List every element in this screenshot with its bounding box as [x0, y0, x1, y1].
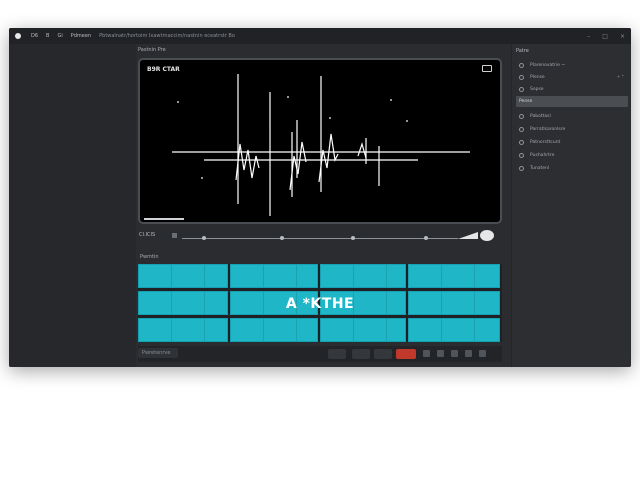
item-icon [519, 63, 524, 68]
video-track-3 [138, 318, 502, 342]
panel-row[interactable]: Patnorsttcunt [516, 137, 628, 148]
scrub-marker[interactable] [202, 236, 206, 240]
panel-row[interactable]: Sopse [516, 84, 628, 95]
add-button[interactable] [374, 349, 392, 359]
app-label: Pdmeen [70, 33, 92, 39]
panel-row-label: Pense [519, 99, 533, 104]
item-icon [519, 140, 524, 145]
panel-row-extra: + * [616, 75, 624, 80]
panel-row[interactable]: Plense + * [516, 72, 628, 83]
menu-item-1[interactable]: D6 [31, 33, 38, 39]
panel-title: Patre [516, 48, 529, 54]
timeline-section-label: Pwmtin [140, 254, 159, 260]
preview-section-label: Pastnin Pre [138, 47, 166, 53]
panel-row-label: Plense [530, 75, 545, 80]
right-panel: Patre Plarenovatrie ~ Plense + * Sopse P… [511, 44, 631, 367]
item-icon [519, 114, 524, 119]
clip[interactable] [138, 264, 228, 288]
clip[interactable] [408, 264, 500, 288]
panel-row-label: Patnorsttcunt [530, 140, 561, 145]
record-icon[interactable] [423, 350, 430, 357]
audio-icon[interactable] [480, 230, 494, 241]
waveform-graphic [172, 74, 470, 216]
clip[interactable] [320, 264, 406, 288]
clip[interactable] [230, 318, 318, 342]
bottom-toolbar: Pwretenrve [138, 346, 502, 362]
playback-progress [144, 218, 184, 220]
clip[interactable] [408, 318, 500, 342]
scrub-marker[interactable] [351, 236, 355, 240]
stop-icon[interactable] [172, 233, 177, 238]
window-controls: – □ × [587, 33, 625, 40]
marker-icon[interactable] [437, 350, 444, 357]
settings-icon[interactable] [479, 350, 486, 357]
trim-icon[interactable] [451, 350, 458, 357]
panel-row[interactable]: Pabottasl [516, 111, 628, 122]
menu-item-3[interactable]: Gi [57, 33, 62, 39]
panel-row[interactable]: Tunatenl [516, 163, 628, 174]
close-icon[interactable]: × [620, 33, 625, 40]
clip[interactable] [320, 318, 406, 342]
panel-row[interactable]: Plarenovatrie ~ [516, 60, 628, 71]
item-icon [519, 87, 524, 92]
scrub-track[interactable] [182, 238, 458, 239]
panel-row-label: Pushahrtre [530, 153, 555, 158]
panel-row-selected[interactable]: Pense [516, 96, 628, 107]
panel-row-label: Pabottasl [530, 114, 551, 119]
search-field[interactable]: Pwretenrve [138, 348, 178, 358]
panel-row[interactable]: Parratlsaronlsre [516, 124, 628, 135]
app-logo-icon [15, 33, 21, 39]
scrubber-bar: CI.ICIS [138, 230, 502, 242]
file-path: Pbtwalnatr/hortoim Ixawtrnaccim/nastnin … [99, 33, 235, 39]
timeline-caption: A *KTHE [285, 296, 355, 312]
panel-row-label: Plarenovatrie ~ [530, 63, 566, 68]
edit-icon[interactable] [465, 350, 472, 357]
timeline[interactable]: A *KTHE [138, 264, 502, 342]
split-button[interactable] [352, 349, 370, 359]
clip[interactable] [138, 318, 228, 342]
menu-item-2[interactable]: B [46, 33, 49, 39]
scrub-marker[interactable] [280, 236, 284, 240]
item-icon [519, 75, 524, 80]
panel-row-label: Tunatenl [530, 166, 550, 171]
timecode: CI.ICIS [139, 232, 156, 238]
panel-row[interactable]: Pushahrtre [516, 150, 628, 161]
left-rail [9, 44, 136, 367]
item-icon [519, 127, 524, 132]
item-icon [519, 153, 524, 158]
titlebar: D6 B Gi Pdmeen Pbtwalnatr/hortoim Ixawtr… [9, 28, 631, 44]
app-window: D6 B Gi Pdmeen Pbtwalnatr/hortoim Ixawtr… [9, 28, 631, 367]
video-preview[interactable]: B9R CTAR [138, 58, 502, 224]
video-track-1 [138, 264, 502, 288]
panel-row-label: Parratlsaronlsre [530, 127, 566, 132]
volume-slider[interactable] [458, 232, 478, 240]
panel-row-label: Sopse [530, 87, 544, 92]
clip[interactable] [230, 264, 318, 288]
scrub-playhead[interactable] [424, 236, 428, 240]
item-icon [519, 166, 524, 171]
record-button[interactable] [396, 349, 416, 359]
undo-button[interactable] [328, 349, 346, 359]
minimize-icon[interactable]: – [587, 33, 590, 40]
maximize-icon[interactable]: □ [602, 33, 608, 40]
